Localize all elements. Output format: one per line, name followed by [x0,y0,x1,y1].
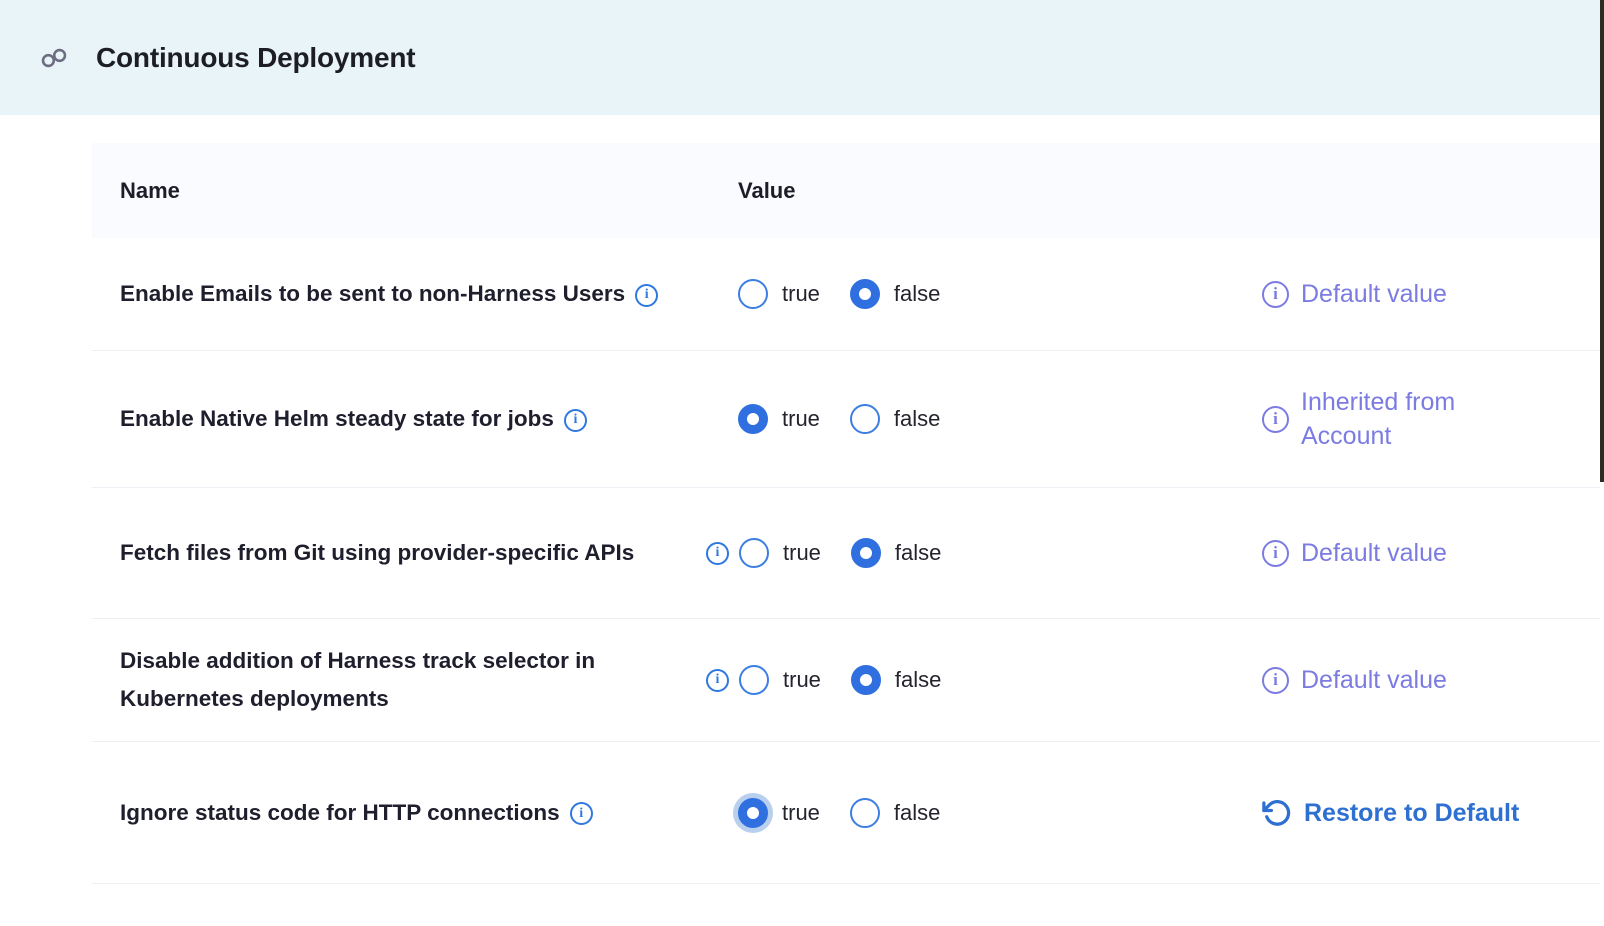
column-header-name: Name [92,178,702,204]
radio-true-label[interactable]: true [782,406,820,432]
radio-false-label[interactable]: false [894,800,940,826]
radio-group: true false [738,404,940,434]
setting-name: Disable addition of Harness track select… [120,642,680,718]
radio-true[interactable] [738,798,768,828]
info-icon[interactable]: i [1262,406,1289,433]
radio-false-label[interactable]: false [895,667,941,693]
info-icon[interactable]: i [706,669,729,692]
setting-name: Ignore status code for HTTP connections [120,800,560,825]
info-icon[interactable]: i [564,409,587,432]
status-badge[interactable]: Default value [1301,536,1447,570]
info-icon[interactable]: i [706,542,729,565]
radio-false[interactable] [851,665,881,695]
status-badge[interactable]: Default value [1301,277,1447,311]
table-row: Ignore status code for HTTP connections i… [92,742,1600,884]
radio-false[interactable] [850,404,880,434]
radio-true-label[interactable]: true [783,667,821,693]
info-icon[interactable]: i [1262,540,1289,567]
radio-false-label[interactable]: false [894,281,940,307]
radio-true-label[interactable]: true [782,281,820,307]
radio-true[interactable] [739,538,769,568]
radio-false-label[interactable]: false [895,540,941,566]
radio-group: true false [738,798,940,828]
radio-false[interactable] [850,279,880,309]
radio-true-label[interactable]: true [782,800,820,826]
table-row: Enable Native Helm steady state for jobs… [92,351,1600,488]
radio-true-label[interactable]: true [783,540,821,566]
table-row: Disable addition of Harness track select… [92,619,1600,742]
info-icon[interactable]: i [1262,667,1289,694]
settings-table: Name Value Enable Emails to be sent to n… [92,143,1600,884]
restore-icon[interactable] [1262,798,1292,828]
info-icon[interactable]: i [570,802,593,825]
right-edge-artifact [1600,0,1604,482]
radio-false[interactable] [850,798,880,828]
setting-name: Enable Emails to be sent to non-Harness … [120,281,625,306]
radio-false-label[interactable]: false [894,406,940,432]
radio-true[interactable] [738,279,768,309]
setting-name: Fetch files from Git using provider-spec… [120,534,634,572]
column-header-value: Value [738,178,795,204]
setting-name: Enable Native Helm steady state for jobs [120,406,554,431]
link-icon[interactable] [40,44,68,72]
table-row: Fetch files from Git using provider-spec… [92,488,1600,619]
restore-to-default-button[interactable]: Restore to Default [1304,796,1519,830]
info-icon[interactable]: i [635,284,658,307]
info-icon[interactable]: i [1262,281,1289,308]
radio-true[interactable] [739,665,769,695]
radio-false[interactable] [851,538,881,568]
table-row: Enable Emails to be sent to non-Harness … [92,238,1600,351]
status-badge[interactable]: Inherited from Account [1301,385,1506,453]
radio-group: true false [738,279,940,309]
status-badge[interactable]: Default value [1301,663,1447,697]
radio-group: true false [739,538,941,568]
section-header: Continuous Deployment [0,0,1604,115]
table-header-row: Name Value [92,143,1600,238]
page-title: Continuous Deployment [96,42,415,74]
radio-group: true false [739,665,941,695]
radio-true[interactable] [738,404,768,434]
table-body: Enable Emails to be sent to non-Harness … [92,238,1600,884]
